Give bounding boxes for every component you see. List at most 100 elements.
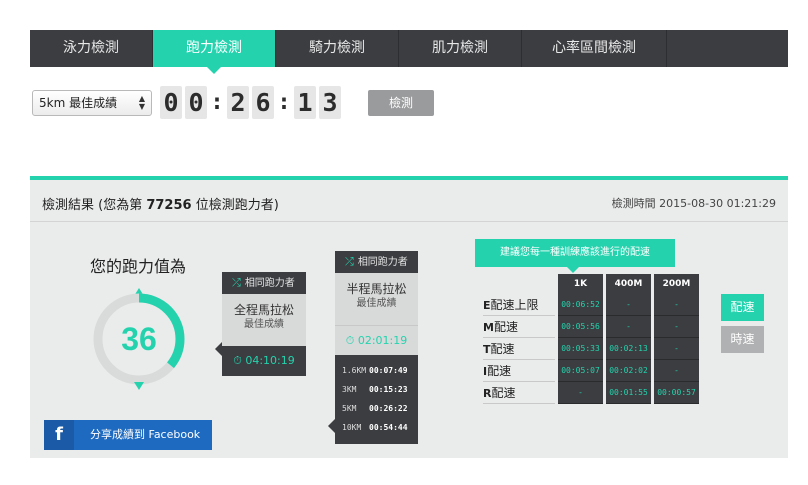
pace-header-blank [483, 274, 555, 294]
tab-strength[interactable]: 肌力檢測 [399, 30, 522, 67]
pace-table: 1K 400M 200M E配速上限 00:06:52 - - M配速 00:0… [480, 274, 702, 404]
select-arrows-icon: ▲ ▼ [138, 94, 145, 111]
pace-cell: - [654, 360, 699, 382]
pace-row-name: 配速 [487, 364, 512, 378]
pace-row-letter: T [483, 343, 491, 356]
time-separator: : [210, 90, 224, 115]
full-marathon-card: ⤮ 相同跑力者 全程馬拉松 最佳成績 ⏱ 04:10:19 [215, 272, 306, 376]
score-gauge: 36 [93, 288, 185, 390]
pace-row-letter: E [483, 299, 491, 312]
pace-cell: - [606, 316, 651, 338]
card-body: 半程馬拉松 最佳成績 [335, 273, 418, 325]
distance-select-value: 5km 最佳成績 [39, 96, 118, 110]
card-header: ⤮ 相同跑力者 [335, 251, 418, 273]
detect-button[interactable]: 檢測 [368, 90, 434, 116]
pace-column-header: 1K [558, 274, 603, 294]
second-digit-1[interactable]: 1 [294, 86, 316, 119]
split-time: 00:07:49 [369, 366, 408, 375]
pace-cell: 00:06:52 [558, 294, 603, 316]
card-pointer [328, 419, 335, 433]
pace-cell: 00:00:57 [654, 382, 699, 404]
split-row: 5KM 00:26:22 [335, 399, 418, 418]
card-race-name: 全程馬拉松 [233, 303, 294, 317]
pace-header-row: 1K 400M 200M [483, 274, 699, 294]
result-title-suffix: 位檢測跑力者) [191, 198, 279, 213]
score-value: 36 [121, 321, 157, 357]
pace-row: R配速 - 00:01:55 00:00:57 [483, 382, 699, 404]
card-time: ⏱ 02:01:19 [335, 325, 418, 355]
pace-row-name: 配速 [493, 320, 518, 334]
pace-row: M配速 00:05:56 - - [483, 316, 699, 338]
hour-digit-2[interactable]: 0 [185, 86, 207, 119]
shuffle-icon: ⤮ [232, 276, 241, 289]
card-time-value: 04:10:19 [245, 354, 295, 367]
tab-bike[interactable]: 騎力檢測 [276, 30, 399, 67]
card-header-label: 相同跑力者 [357, 257, 408, 268]
pace-cell: - [654, 338, 699, 360]
split-distance: 10KM [342, 423, 362, 432]
minute-digit-1[interactable]: 2 [227, 86, 249, 119]
card-body: 全程馬拉松 最佳成績 [222, 294, 306, 346]
pace-cell: 00:05:07 [558, 360, 603, 382]
split-row: 1.6KM 00:07:49 [335, 361, 418, 380]
runner-rank: 77256 [146, 198, 192, 213]
pace-cell: - [654, 316, 699, 338]
facebook-icon: f [44, 420, 74, 450]
card-race-name: 半程馬拉松 [346, 282, 407, 296]
pace-row-name: 配速上限 [490, 298, 539, 312]
pace-row-label: T配速 [483, 338, 555, 360]
card-time: ⏱ 04:10:19 [222, 346, 306, 376]
stopwatch-icon: ⏱ [345, 334, 355, 347]
pace-column-header: 200M [654, 274, 699, 294]
share-facebook-button[interactable]: f 分享成績到 Facebook [44, 420, 212, 450]
pace-cell: - [606, 294, 651, 316]
pace-column-header: 400M [606, 274, 651, 294]
split-row: 3KM 00:15:23 [335, 380, 418, 399]
result-title-prefix: 檢測結果 (您為第 [42, 198, 147, 213]
split-list: 1.6KM 00:07:49 3KM 00:15:23 5KM 00:26:22 10… [335, 355, 418, 437]
split-time: 00:15:23 [369, 385, 408, 394]
share-facebook-label: 分享成績到 Facebook [90, 428, 201, 441]
result-header: 檢測結果 (您為第 77256 位檢測跑力者) 檢測時間 2015-08-30 … [30, 180, 788, 222]
time-input[interactable]: 0 0 : 2 6 : 1 3 [160, 86, 344, 119]
tab-heart-rate-zone[interactable]: 心率區間檢測 [522, 30, 667, 67]
second-digit-2[interactable]: 3 [319, 86, 341, 119]
result-title: 檢測結果 (您為第 77256 位檢測跑力者) [42, 194, 279, 213]
tab-swim[interactable]: 泳力檢測 [30, 30, 153, 67]
minute-digit-2[interactable]: 6 [252, 86, 274, 119]
split-distance: 3KM [342, 385, 357, 394]
pace-row: E配速上限 00:06:52 - - [483, 294, 699, 316]
tab-bar: 泳力檢測 跑力檢測 騎力檢測 肌力檢測 心率區間檢測 [30, 30, 788, 74]
stopwatch-icon: ⏱ [233, 354, 242, 367]
pace-row-name: 配速 [491, 386, 516, 400]
card-pointer [215, 342, 222, 356]
split-distance: 5KM [342, 404, 357, 413]
split-row: 10KM 00:54:44 [335, 418, 418, 437]
speed-toggle-button[interactable]: 時速 [721, 326, 764, 353]
pace-cell: 00:05:56 [558, 316, 603, 338]
pace-cell: - [558, 382, 603, 404]
split-distance: 1.6KM [342, 366, 367, 375]
pace-cell: 00:01:55 [606, 382, 651, 404]
pace-cell: - [654, 294, 699, 316]
time-separator: : [277, 90, 291, 115]
pace-row-label: E配速上限 [483, 294, 555, 316]
split-time: 00:54:44 [369, 423, 408, 432]
card-race-subtitle: 最佳成績 [244, 319, 284, 330]
pace-row-label: R配速 [483, 382, 555, 404]
card-header: ⤮ 相同跑力者 [222, 272, 306, 294]
chevron-down-icon [134, 382, 144, 390]
pace-cell: 00:02:02 [606, 360, 651, 382]
pace-row-name: 配速 [490, 342, 515, 356]
pace-title: 建議您每一種訓練應該進行的配速 [475, 239, 675, 273]
pace-row-label: M配速 [483, 316, 555, 338]
pace-cell: 00:02:13 [606, 338, 651, 360]
score-title: 您的跑力值為 [90, 257, 187, 276]
pace-row: T配速 00:05:33 00:02:13 - [483, 338, 699, 360]
card-header-label: 相同跑力者 [244, 278, 295, 289]
distance-select[interactable]: 5km 最佳成績 ▲ ▼ [32, 90, 152, 116]
pace-toggle-button[interactable]: 配速 [721, 294, 764, 321]
hour-digit-1[interactable]: 0 [160, 86, 182, 119]
tab-run[interactable]: 跑力檢測 [153, 30, 276, 74]
card-time-value: 02:01:19 [357, 334, 408, 347]
